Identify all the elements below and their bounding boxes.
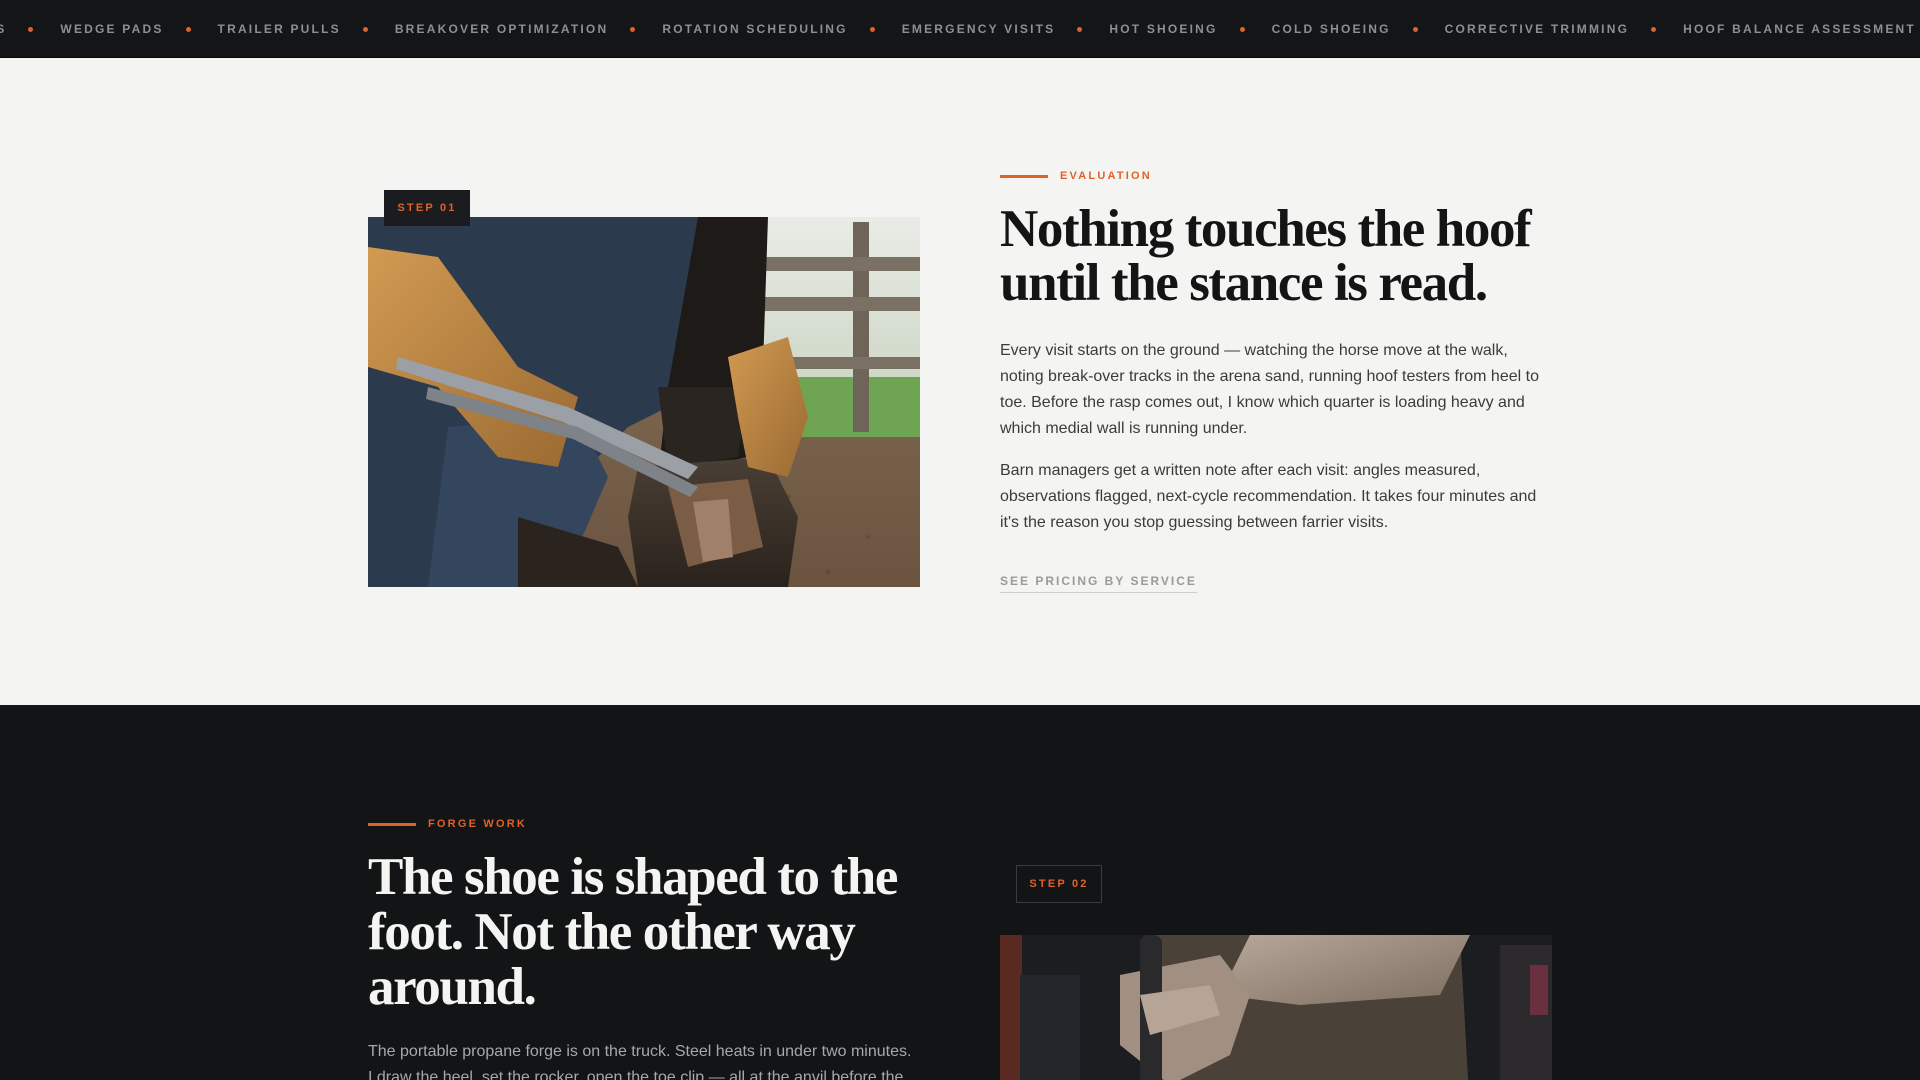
ticker-item-label: Hot Shoeing	[1109, 22, 1218, 36]
ticker-item: Corrective Trimming	[1445, 22, 1683, 36]
section-paragraph: The portable propane forge is on the tru…	[368, 1043, 912, 1080]
ticker-item: Hoof Balance Assessment	[1683, 22, 1920, 36]
ticker-item-label: Corrective Trimming	[1444, 22, 1630, 36]
ticker-separator-dot	[1651, 26, 1657, 32]
ticker-item: Rotation Scheduling	[662, 22, 901, 36]
ticker-item: Breakover Optimization	[395, 22, 663, 36]
ticker-separator-dot	[1077, 26, 1083, 32]
ticker-item: Hot Shoeing	[1109, 22, 1271, 36]
ticker-item: ES	[0, 22, 60, 36]
step-badge: Step 01	[384, 190, 470, 226]
ticker-separator-dot	[1412, 26, 1418, 32]
section-eyebrow: Forge Work	[368, 818, 527, 830]
ticker-separator-dot	[185, 26, 191, 32]
eyebrow-rule	[368, 822, 416, 826]
evaluation-section: Step 01	[0, 58, 1920, 705]
farrier-trimming-hoof-photo	[368, 217, 920, 587]
eyebrow-label: Evaluation	[1060, 170, 1152, 182]
hoof-trim-illustration	[368, 217, 920, 587]
see-pricing-link[interactable]: See pricing by service	[1000, 574, 1197, 593]
ticker-separator-dot	[362, 26, 368, 32]
ticker-item: Trailer Pulls	[218, 22, 395, 36]
ticker-item-label: Rotation Scheduling	[662, 22, 848, 36]
forge-section: Forge Work The shoe is shaped to the foo…	[0, 705, 1920, 1080]
ticker-item: Cold Shoeing	[1272, 22, 1445, 36]
ticker-separator-dot	[28, 26, 34, 32]
eyebrow-label: Forge Work	[428, 818, 527, 830]
ticker-item-label: Hoof Balance Assessment	[1683, 22, 1916, 36]
section-paragraph-1: Every visit starts on the ground — watch…	[1000, 342, 1539, 437]
section-paragraph-2: Barn managers get a written note after e…	[1000, 462, 1537, 531]
ticker-separator-dot	[1239, 26, 1245, 32]
ticker-item-label: Cold Shoeing	[1271, 22, 1391, 36]
ticker-item: Emergency Visits	[902, 22, 1110, 36]
ticker-item-label: Wedge Pads	[60, 22, 164, 36]
ticker-item: Wedge Pads	[60, 22, 217, 36]
ticker-item-label: Emergency Visits	[901, 22, 1056, 36]
forge-illustration	[1000, 935, 1552, 1080]
section-title: The shoe is shaped to the foot. Not the …	[368, 848, 898, 1016]
eyebrow-rule	[1000, 174, 1048, 178]
step-badge: Step 02	[1016, 865, 1102, 903]
ticker-track: ES Wedge Pads Trailer Pulls Breakover Optim…	[0, 0, 1920, 57]
ticker-item-label: Breakover Optimization	[394, 22, 609, 36]
ticker-item-label: ES	[0, 22, 6, 36]
ticker-separator-dot	[869, 26, 875, 32]
services-ticker: ES Wedge Pads Trailer Pulls Breakover Optim…	[0, 0, 1920, 58]
section-eyebrow: Evaluation	[1000, 170, 1152, 182]
forge-hammer-photo	[1000, 935, 1552, 1080]
section-title: Nothing touches the hoof until the stanc…	[1000, 200, 1532, 312]
ticker-separator-dot	[630, 26, 636, 32]
ticker-item-label: Trailer Pulls	[217, 22, 341, 36]
